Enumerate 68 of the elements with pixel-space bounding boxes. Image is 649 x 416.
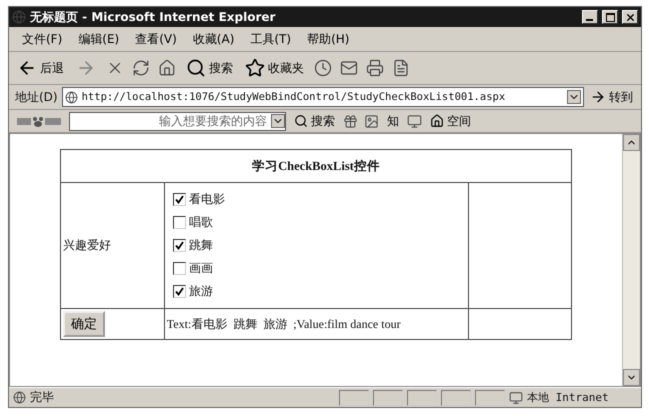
menu-item[interactable]: 收藏(A) [186, 30, 242, 48]
document-icon [392, 59, 410, 77]
search-icon [186, 58, 206, 78]
history-icon [314, 59, 332, 77]
favorites-button[interactable]: 收藏夹 [243, 58, 306, 78]
home-icon [158, 59, 176, 77]
refresh-icon [132, 59, 150, 77]
menu-item[interactable]: 查看(V) [128, 30, 184, 48]
screen-icon [407, 114, 422, 128]
baidu-search-button[interactable]: 搜索 [292, 112, 337, 130]
address-field[interactable]: http://localhost:1076/StudyWebBindControl/StudyCheckBoxList001.aspx [62, 87, 584, 107]
status-pane [441, 390, 471, 406]
home-icon [430, 114, 444, 128]
menu-item[interactable]: 帮助(H) [300, 30, 356, 48]
mail-icon [340, 59, 358, 77]
image-icon [364, 114, 379, 128]
printer-icon [366, 59, 384, 77]
confirm-button[interactable]: 确定 [63, 311, 105, 337]
scroll-down-button[interactable] [623, 369, 640, 386]
page-icon [64, 90, 78, 104]
minimize-button[interactable] [582, 10, 598, 24]
close-button[interactable] [622, 10, 638, 24]
scrollbar[interactable] [622, 134, 640, 386]
checkbox-option[interactable]: 画画 [172, 260, 460, 277]
checkbox[interactable] [172, 285, 186, 298]
go-button[interactable]: 转到 [588, 88, 635, 106]
search-field[interactable]: 输入想要搜索的内容 [69, 112, 286, 130]
result-text: Text:看电影 跳舞 旅游 ;Value:film dance tour [164, 308, 468, 340]
table-heading: 学习CheckBoxList控件 [60, 150, 572, 182]
gift-icon [343, 114, 358, 128]
status-text: 完毕 [30, 389, 55, 406]
maximize-button[interactable] [602, 10, 618, 24]
field-label: 兴趣爱好 [60, 182, 164, 308]
back-button[interactable]: 后退 [15, 58, 66, 78]
close-icon [624, 12, 636, 22]
address-label: 地址(D) [15, 88, 58, 106]
paw-logo-icon [15, 114, 63, 128]
checkbox[interactable] [172, 262, 186, 275]
checkbox[interactable] [172, 216, 186, 229]
window-title: 无标题页 - Microsoft Internet Explorer [30, 8, 276, 26]
checkbox[interactable] [172, 193, 186, 206]
status-pane [339, 390, 369, 406]
check-icon [174, 287, 184, 296]
menu-item[interactable]: 工具(T) [243, 30, 298, 48]
maximize-icon [606, 12, 614, 22]
menu-item[interactable]: 文件(F) [15, 30, 70, 48]
checkbox-option[interactable]: 跳舞 [172, 237, 460, 254]
zone-text: 本地 Intranet [527, 390, 610, 405]
page-icon [13, 391, 26, 404]
status-pane [475, 390, 505, 406]
check-icon [174, 195, 184, 204]
scroll-up-button[interactable] [623, 134, 640, 151]
menu-item[interactable]: 编辑(E) [71, 30, 126, 48]
space-button[interactable]: 空间 [428, 112, 473, 130]
search-button[interactable]: 搜索 [184, 58, 235, 78]
status-pane [407, 390, 437, 406]
dropdown-icon[interactable] [271, 114, 285, 128]
check-icon [174, 241, 184, 250]
status-pane [373, 390, 403, 406]
knowledge-button[interactable]: 知 [385, 112, 401, 130]
star-icon [245, 58, 265, 78]
globe-icon [12, 10, 26, 24]
checkbox-option[interactable]: 看电影 [172, 191, 460, 208]
search-icon [294, 114, 308, 128]
checkbox-option[interactable]: 唱歌 [172, 214, 460, 231]
checkbox[interactable] [172, 239, 186, 252]
dropdown-icon[interactable] [567, 90, 581, 104]
checkbox-option[interactable]: 旅游 [172, 283, 460, 300]
